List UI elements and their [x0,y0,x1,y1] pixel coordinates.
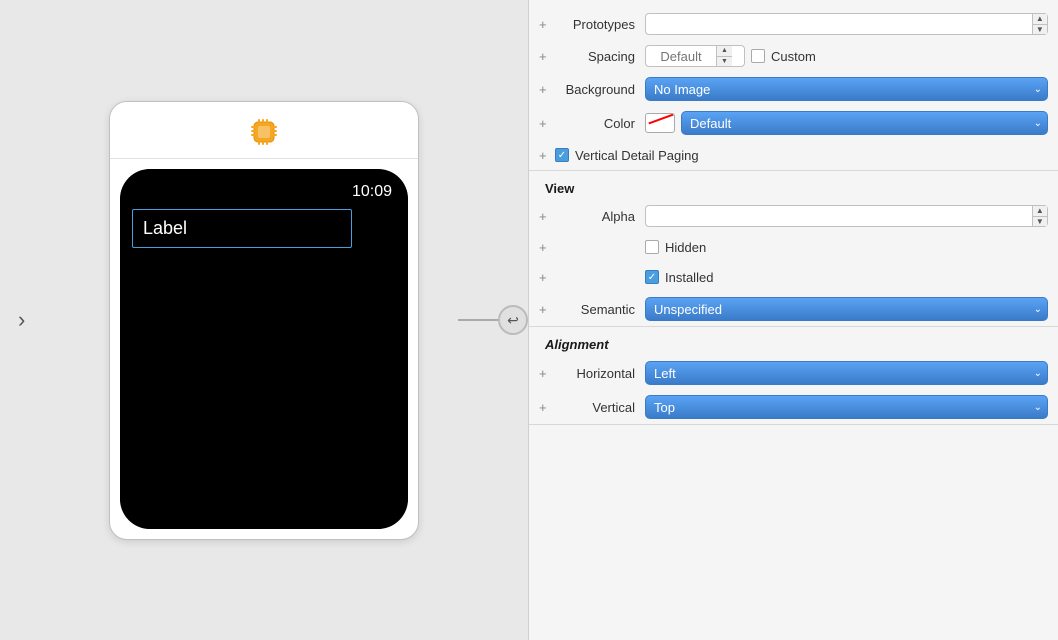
spacing-input-wrapper[interactable]: ▲ ▼ [645,45,745,67]
color-label: Color [555,116,645,131]
watch-time: 10:09 [132,181,396,201]
installed-plus[interactable]: + [539,270,555,285]
vertical-row: + Vertical Top Center Bottom ⌄ [529,390,1058,424]
spacing-stepper-up[interactable]: ▲ [717,46,732,57]
color-swatch[interactable] [645,113,675,133]
hidden-checkbox[interactable] [645,240,659,254]
color-plus[interactable]: + [539,116,555,131]
alpha-plus[interactable]: + [539,209,555,224]
background-select[interactable]: No Image [645,77,1048,101]
hidden-plus[interactable]: + [539,240,555,255]
alpha-stepper-down[interactable]: ▼ [1033,217,1047,227]
alpha-input[interactable]: 1 [646,206,1032,226]
canvas-arrow-icon: › [18,307,25,333]
spacing-plus[interactable]: + [539,49,555,64]
installed-checkbox[interactable] [645,270,659,284]
color-select-wrapper[interactable]: Default ⌄ [681,111,1048,135]
alignment-section: Alignment + Horizontal Left Center Right… [529,327,1058,425]
vdp-checkbox-wrapper: Vertical Detail Paging [555,148,699,163]
horizontal-select-wrapper[interactable]: Left Center Right ⌄ [645,361,1048,385]
prototypes-row: + Prototypes 1 ▲ ▼ [529,8,1058,40]
prototypes-input-stepper[interactable]: 1 ▲ ▼ [645,13,1048,35]
horizontal-plus[interactable]: + [539,366,555,381]
vertical-plus[interactable]: + [539,400,555,415]
installed-checkbox-label: Installed [665,270,713,285]
spacing-label: Spacing [555,49,645,64]
semantic-row: + Semantic Unspecified ⌄ [529,292,1058,326]
custom-checkbox[interactable] [751,49,765,63]
custom-label: Custom [771,49,816,64]
background-row: + Background No Image ⌄ [529,72,1058,106]
installed-row: + Installed [529,262,1058,292]
vertical-select-wrapper[interactable]: Top Center Bottom ⌄ [645,395,1048,419]
alpha-label: Alpha [555,209,645,224]
custom-checkbox-wrapper: Custom [751,49,816,64]
vdp-checkbox-label: Vertical Detail Paging [575,148,699,163]
view-section: View + Alpha 1 ▲ ▼ + Hi [529,171,1058,327]
prototypes-label: Prototypes [555,17,645,32]
alpha-input-stepper[interactable]: 1 ▲ ▼ [645,205,1048,227]
watch-screen: 10:09 Label [120,169,408,529]
spacing-row: + Spacing ▲ ▼ Custom [529,40,1058,72]
spacing-input[interactable] [646,49,716,64]
alpha-stepper-buttons: ▲ ▼ [1032,206,1047,226]
alignment-section-title: Alignment [529,327,1058,356]
background-dropdown-wrapper[interactable]: No Image ⌄ [645,77,1048,101]
hidden-checkbox-label: Hidden [665,240,706,255]
prototypes-stepper-buttons: ▲ ▼ [1032,14,1047,34]
top-section: + Prototypes 1 ▲ ▼ + Spacing [529,0,1058,171]
watch-frame: 10:09 Label [109,101,419,540]
color-row: + Color Default ⌄ [529,106,1058,140]
vdp-plus[interactable]: + [539,148,555,163]
vdp-checkbox[interactable] [555,148,569,162]
watch-screen-wrapper: 10:09 Label [120,169,408,529]
alpha-stepper-up[interactable]: ▲ [1033,206,1047,217]
connector-line [458,319,498,321]
color-select[interactable]: Default [681,111,1048,135]
watch-container: 10:09 Label [109,101,419,540]
alpha-row: + Alpha 1 ▲ ▼ [529,200,1058,232]
prototypes-stepper-down[interactable]: ▼ [1033,25,1047,35]
vertical-detail-paging-row: + Vertical Detail Paging [529,140,1058,170]
semantic-plus[interactable]: + [539,302,555,317]
background-label: Background [555,82,645,97]
hidden-row: + Hidden [529,232,1058,262]
hidden-checkbox-wrapper: Hidden [645,240,706,255]
semantic-label: Semantic [555,302,645,317]
background-plus[interactable]: + [539,82,555,97]
spacing-stepper-down[interactable]: ▼ [717,57,732,67]
installed-checkbox-wrapper: Installed [645,270,713,285]
semantic-select-wrapper[interactable]: Unspecified ⌄ [645,297,1048,321]
vertical-select[interactable]: Top Center Bottom [645,395,1048,419]
prototypes-input[interactable]: 1 [646,14,1032,34]
right-panel: + Prototypes 1 ▲ ▼ + Spacing [528,0,1058,640]
prototypes-plus[interactable]: + [539,17,555,32]
view-section-title: View [529,171,1058,200]
watch-header [110,102,418,159]
horizontal-label: Horizontal [555,366,645,381]
canvas-area: › [0,0,528,640]
semantic-select[interactable]: Unspecified [645,297,1048,321]
connector-node[interactable]: ↩ [498,305,528,335]
prototypes-stepper-up[interactable]: ▲ [1033,14,1047,25]
horizontal-select[interactable]: Left Center Right [645,361,1048,385]
spacing-stepper: ▲ ▼ [716,46,732,66]
connector-group: ↩ [458,305,528,335]
watch-label-box[interactable]: Label [132,209,352,248]
chip-icon [248,116,280,148]
vertical-label: Vertical [555,400,645,415]
horizontal-row: + Horizontal Left Center Right ⌄ [529,356,1058,390]
